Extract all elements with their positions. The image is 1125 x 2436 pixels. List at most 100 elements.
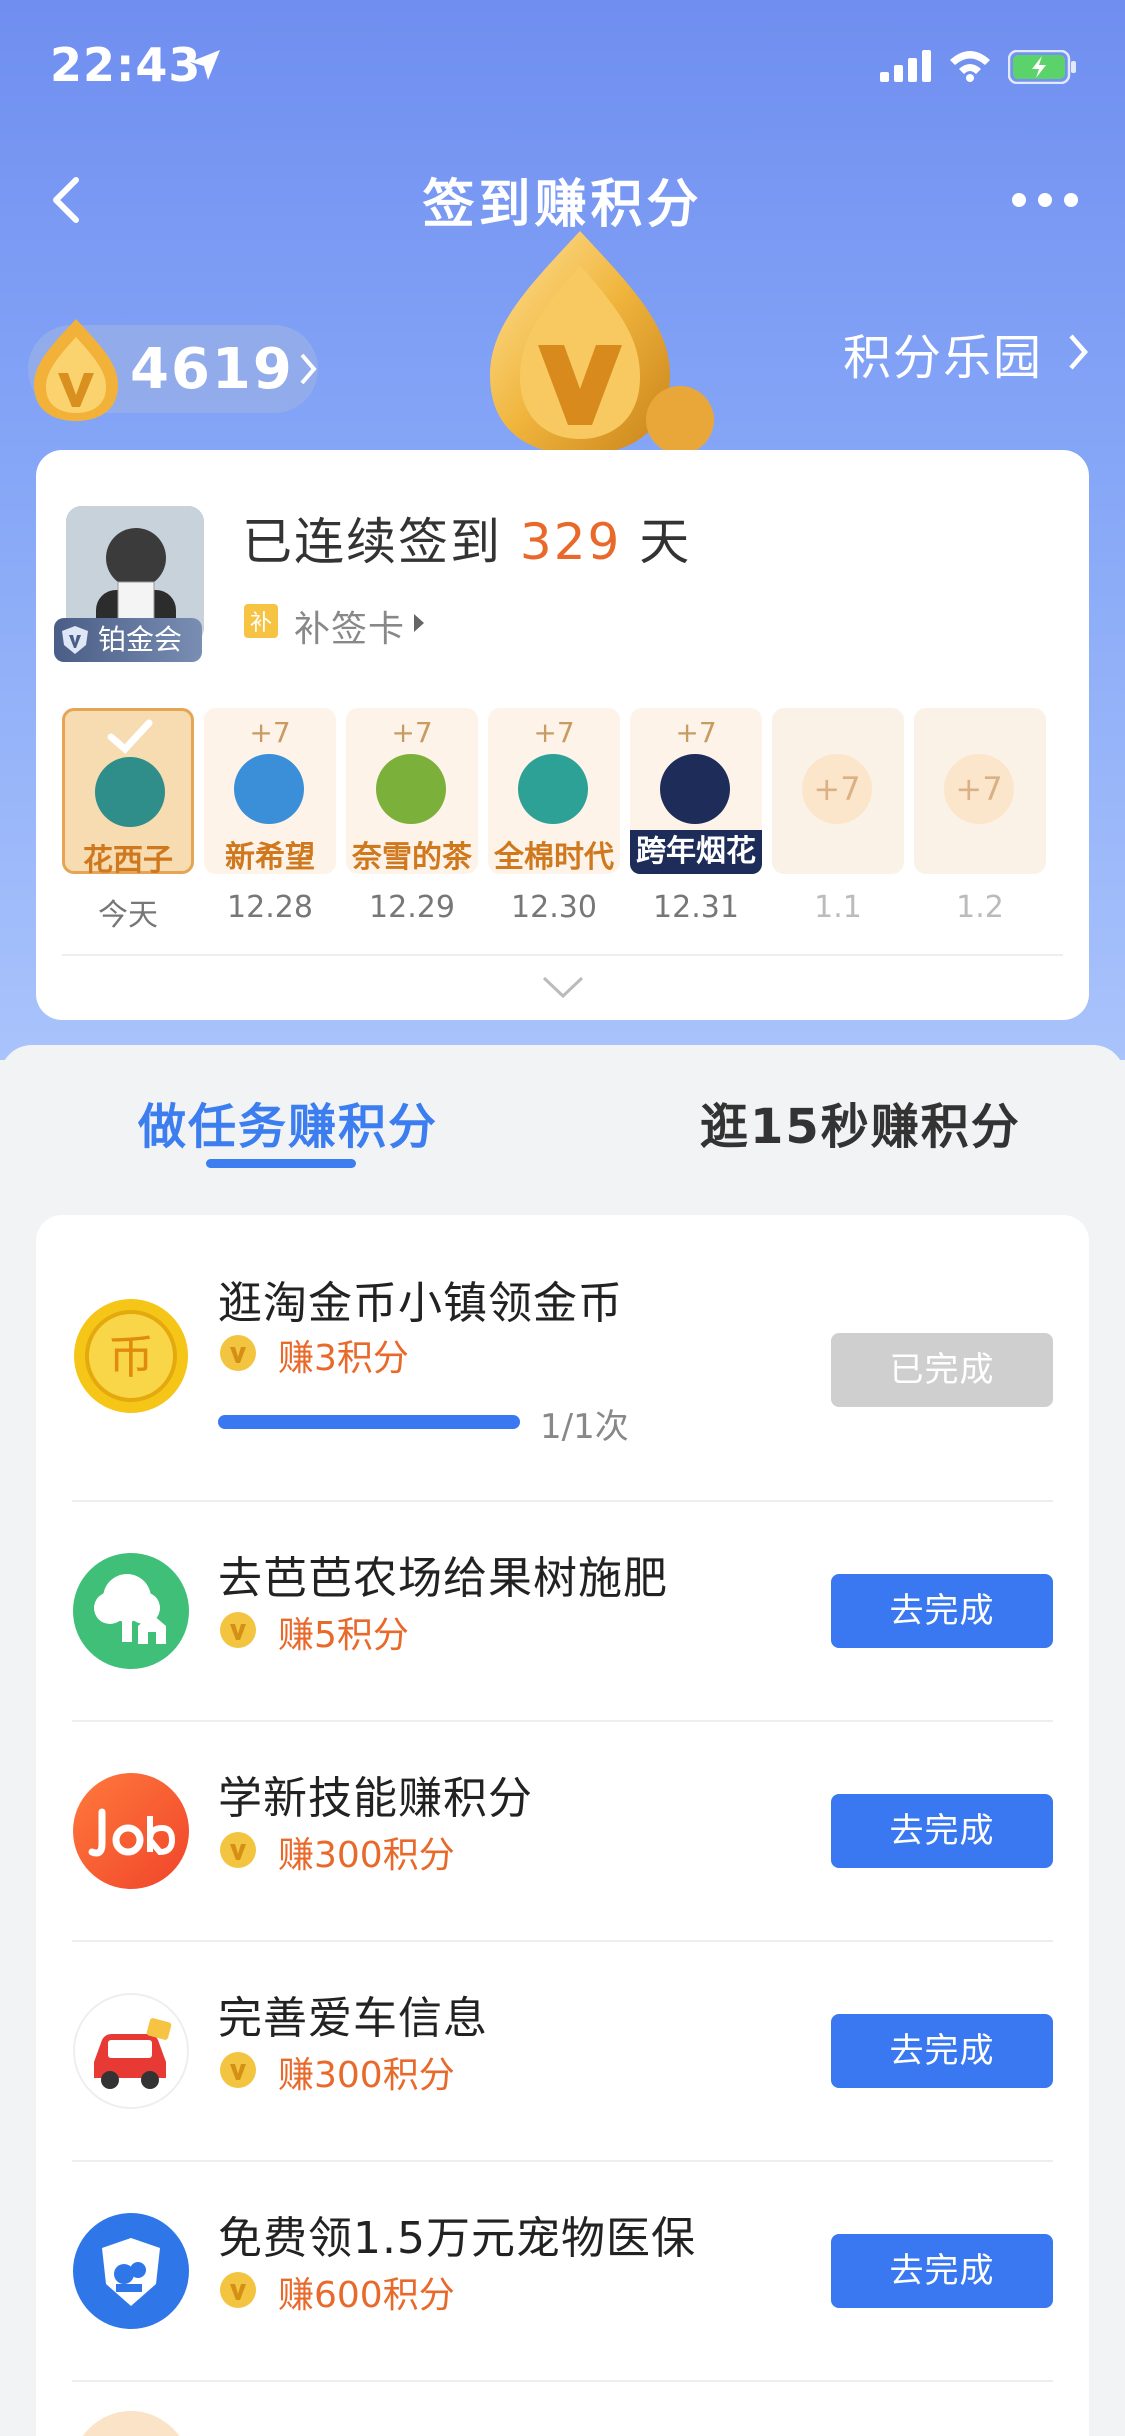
partial-task-icon [72,2411,190,2436]
task-reward: 赚300积分 [278,1835,455,1876]
points-coin-icon [220,2052,256,2088]
day-brand: 全棉时代 [494,840,614,875]
task-go-button[interactable]: 去完成 [831,1794,1053,1868]
chevron-down-icon[interactable] [540,972,586,1002]
brand-logo-icon [95,757,165,827]
day-tile[interactable]: +7 全棉时代 [488,708,620,875]
divider [72,2380,1053,2382]
chevron-right-icon [1069,334,1088,370]
task-list: 币 逛淘金币小镇领金币 赚3积分 1/1次 已完成 去芭芭农场给果树施肥 赚5积… [36,1215,1089,2436]
day-date: 12.29 [369,890,455,925]
brand-logo-icon [376,754,446,824]
day-tile[interactable]: +7 奈雪的茶 [346,708,478,875]
day-tile-future[interactable]: +7 [914,708,1046,874]
list-item: 学新技能赚积分 赚300积分 去完成 [36,1722,1089,1940]
task-title: 免费领1.5万元宠物医保 [218,2213,696,2264]
points-value: 4619 [130,337,294,402]
points-balance[interactable]: 4619 [28,319,318,421]
active-tab-indicator [206,1159,356,1168]
points-coin-icon [220,1335,256,1371]
member-shield-icon [62,626,88,654]
streak-prefix: 已连续签到 [242,513,502,571]
caret-right-icon [414,614,424,632]
day-date: 12.30 [511,890,597,925]
tab-browse-15s[interactable]: 逛15秒赚积分 [700,1087,1021,1157]
day-date: 今天 [98,898,158,933]
makeup-card-link[interactable]: 补签卡 [294,600,405,652]
task-title: 去芭芭农场给果树施肥 [218,1553,668,1604]
task-reward: 赚600积分 [278,2275,455,2316]
task-progress-fill [218,1415,520,1429]
day-points: +7 [249,716,291,749]
day-date: 1.2 [956,890,1004,925]
points-park-link[interactable]: 积分乐园 [843,318,1043,388]
day-tile[interactable]: +7 新希望 [204,708,336,875]
day-date: 1.1 [814,890,862,925]
day-points: +7 [802,754,872,824]
points-coin-icon [220,2272,256,2308]
sign-in-calendar: 花西子 +7 新希望 +7 奈雪的茶 +7 全棉时代 +7 跨年烟花 +7 +7 [62,708,1072,878]
tree-house-icon [73,1553,189,1669]
day-brand: 跨年烟花 [630,830,762,874]
more-options-icon[interactable] [1005,170,1085,230]
tab-do-tasks[interactable]: 做任务赚积分 [138,1087,438,1157]
list-item: 完善爱车信息 赚300积分 去完成 [36,1942,1089,2160]
status-bar: 22:43 [0,0,1125,130]
svg-text:补: 补 [250,611,272,636]
day-tile-future[interactable]: +7 [772,708,904,874]
day-brand: 奈雪的茶 [352,840,472,875]
day-points: +7 [533,716,575,749]
list-item: 币 逛淘金币小镇领金币 赚3积分 1/1次 已完成 [36,1215,1089,1500]
task-title: 逛淘金币小镇领金币 [218,1278,623,1329]
brand-logo-icon [518,754,588,824]
points-coin-icon [220,1832,256,1868]
member-level-badge: 铂金会员 [54,618,202,700]
task-reward: 赚300积分 [278,2055,455,2096]
check-icon [107,719,153,754]
battery-charging-icon [1008,50,1076,84]
wifi-icon [950,51,990,82]
day-brand: 花西子 [83,843,173,878]
day-tile[interactable]: +7 跨年烟花 [630,708,762,874]
gold-coin-icon: 币 [74,1299,188,1413]
task-progress-bar [218,1415,520,1429]
day-points: +7 [944,754,1014,824]
member-level-label: 铂金会员 [98,623,183,700]
streak-summary: 已连续签到 329 天 [242,502,691,574]
streak-suffix: 天 [639,513,692,571]
task-reward: 赚3积分 [278,1338,409,1379]
divider [62,954,1063,956]
brand-logo-icon [234,754,304,824]
task-title: 学新技能赚积分 [218,1773,533,1824]
status-time: 22:43 [50,38,202,92]
location-arrow-icon [190,50,220,80]
day-brand: 新希望 [225,840,315,875]
streak-days: 329 [519,513,622,571]
gold-medal-icon [490,231,714,455]
list-item: 免费领1.5万元宠物医保 赚600积分 去完成 [36,2162,1089,2380]
day-points: +7 [391,716,433,749]
svg-text:币: 币 [108,1330,154,1384]
day-points: +7 [675,716,717,749]
tasks-panel: 做任务赚积分 逛15秒赚积分 币 逛淘金币小镇领金币 赚3积分 1/1次 已完成… [0,1045,1125,2436]
task-go-button[interactable]: 去完成 [831,1574,1053,1648]
job-logo-icon [73,1773,189,1889]
chevron-right-icon [300,353,317,385]
day-tile-today[interactable]: 花西子 [62,708,194,878]
task-go-button[interactable]: 去完成 [831,2234,1053,2308]
brand-logo-icon [660,754,730,824]
task-progress-label: 1/1次 [540,1407,629,1447]
pet-shield-icon [73,2213,189,2329]
points-coin-icon [220,1612,256,1648]
list-item: 去芭芭农场给果树施肥 赚5积分 去完成 [36,1502,1089,1720]
day-date: 12.31 [653,890,739,925]
cellular-signal-icon [880,50,931,82]
points-coin-icon [34,319,118,421]
makeup-card-icon: 补 [244,604,278,638]
task-reward: 赚5积分 [278,1615,409,1656]
car-icon [73,1993,189,2109]
task-go-button[interactable]: 去完成 [831,2014,1053,2088]
task-title: 完善爱车信息 [218,1993,488,2044]
day-date: 12.28 [227,890,313,925]
task-done-button[interactable]: 已完成 [831,1333,1053,1407]
